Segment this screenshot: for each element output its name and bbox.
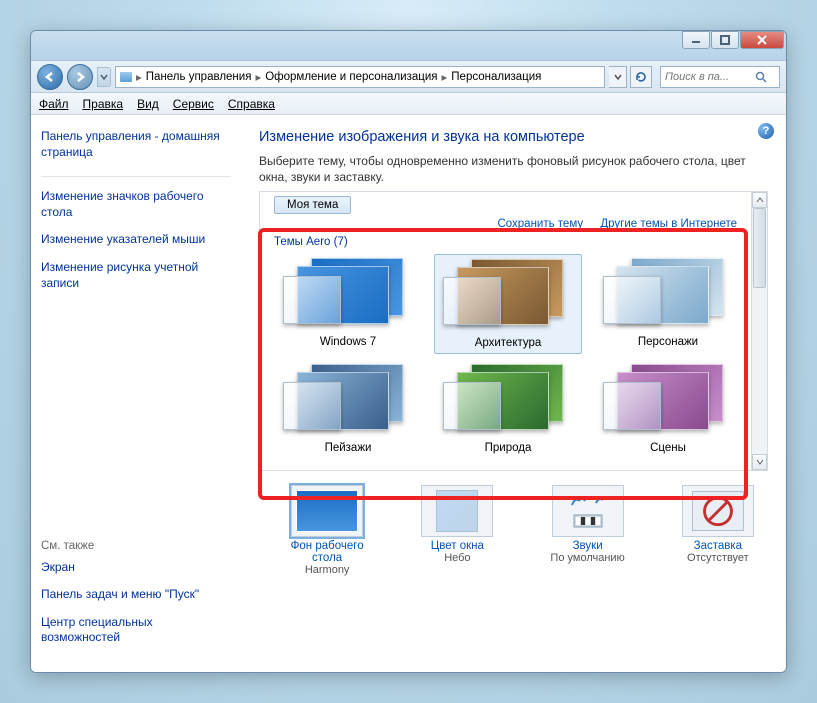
theme-thumb — [603, 258, 733, 332]
theme-item-1[interactable]: Архитектура — [434, 254, 582, 354]
online-themes-link[interactable]: Другие темы в Интернете — [600, 218, 737, 230]
scroll-down-button[interactable] — [752, 454, 767, 470]
maximize-button[interactable] — [711, 31, 739, 49]
theme-label: Пейзажи — [274, 440, 422, 458]
help-icon[interactable]: ? — [758, 123, 774, 139]
back-button[interactable] — [37, 64, 63, 90]
control-panel-icon — [120, 72, 132, 82]
theme-item-2[interactable]: Персонажи — [594, 254, 742, 354]
window-color-icon — [421, 485, 493, 537]
my-theme-tab[interactable]: Моя тема — [274, 196, 351, 214]
breadcrumb-2[interactable]: Персонализация — [451, 71, 541, 83]
bottom-option-screensaver[interactable]: Заставка Отсутствует — [668, 485, 768, 576]
navbar: ▸ Панель управления ▸ Оформление и персо… — [31, 61, 786, 93]
seealso-header: См. также — [41, 540, 231, 552]
theme-item-3[interactable]: Пейзажи — [274, 360, 422, 458]
sidebar-link-mouse-pointers[interactable]: Изменение указателей мыши — [41, 232, 231, 248]
bottom-option-title: Заставка — [668, 540, 768, 552]
seealso-display[interactable]: Экран — [41, 560, 231, 576]
sidebar-home[interactable]: Панель управления - домашняя страница — [41, 129, 231, 160]
menu-help[interactable]: Справка — [228, 97, 275, 111]
theme-thumb — [283, 364, 413, 438]
refresh-button[interactable] — [630, 66, 652, 88]
sidebar-link-account-picture[interactable]: Изменение рисунка учетной записи — [41, 260, 231, 291]
theme-list-pane: Моя тема Сохранить тему Другие темы в Ин… — [259, 191, 768, 471]
breadcrumb-0[interactable]: Панель управления — [146, 71, 252, 83]
menu-file[interactable]: Файл — [39, 97, 69, 111]
bottom-option-window-color[interactable]: Цвет окна Небо — [407, 485, 507, 576]
nav-history-dropdown[interactable] — [97, 67, 111, 87]
bottom-option-desktop-bg[interactable]: Фон рабочего стола Harmony — [277, 485, 377, 576]
bottom-option-title: Фон рабочего стола — [277, 540, 377, 564]
theme-label: Персонажи — [594, 334, 742, 352]
theme-label: Сцены — [594, 440, 742, 458]
aero-section-header: Темы Aero (7) — [260, 232, 751, 254]
address-bar[interactable]: ▸ Панель управления ▸ Оформление и персо… — [115, 66, 605, 88]
scroll-thumb[interactable] — [753, 208, 766, 288]
theme-label: Windows 7 — [274, 334, 422, 352]
bottom-option-sounds[interactable]: Звуки По умолчанию — [538, 485, 638, 576]
page-subtitle: Выберите тему, чтобы одновременно измени… — [259, 153, 768, 185]
theme-label: Природа — [434, 440, 582, 458]
sounds-icon — [552, 485, 624, 537]
personalization-window: ▸ Панель управления ▸ Оформление и персо… — [30, 30, 787, 673]
sidebar: Панель управления - домашняя страница Из… — [31, 115, 241, 672]
seealso-taskbar[interactable]: Панель задач и меню "Пуск" — [41, 587, 231, 603]
bottom-option-title: Звуки — [538, 540, 638, 552]
close-button[interactable] — [740, 31, 784, 49]
forward-button[interactable] — [67, 64, 93, 90]
menubar: Файл Правка Вид Сервис Справка — [31, 93, 786, 115]
seealso-accessibility[interactable]: Центр специальных возможностей — [41, 615, 231, 646]
search-icon — [755, 71, 767, 83]
theme-item-5[interactable]: Сцены — [594, 360, 742, 458]
minimize-button[interactable] — [682, 31, 710, 49]
desktop-bg-icon — [291, 485, 363, 537]
breadcrumb-sep: ▸ — [136, 70, 142, 84]
main-content: ? Изменение изображения и звука на компь… — [241, 115, 786, 672]
address-dropdown[interactable] — [609, 66, 627, 88]
breadcrumb-sep: ▸ — [255, 70, 261, 84]
breadcrumb-sep: ▸ — [442, 70, 448, 84]
theme-item-0[interactable]: Windows 7 — [274, 254, 422, 354]
scrollbar[interactable] — [751, 192, 767, 470]
menu-service[interactable]: Сервис — [173, 97, 214, 111]
theme-thumb — [443, 364, 573, 438]
theme-thumb — [603, 364, 733, 438]
theme-thumb — [443, 259, 573, 333]
bottom-option-value: Отсутствует — [668, 552, 768, 564]
bottom-option-value: Harmony — [277, 564, 377, 576]
search-input[interactable] — [665, 71, 755, 83]
theme-label: Архитектура — [435, 335, 581, 353]
scroll-up-button[interactable] — [752, 192, 767, 208]
theme-item-4[interactable]: Природа — [434, 360, 582, 458]
menu-view[interactable]: Вид — [137, 97, 159, 111]
page-title: Изменение изображения и звука на компьют… — [259, 129, 768, 145]
sidebar-link-desktop-icons[interactable]: Изменение значков рабочего стола — [41, 189, 231, 220]
titlebar — [31, 31, 786, 61]
search-box[interactable] — [660, 66, 780, 88]
theme-thumb — [283, 258, 413, 332]
save-theme-link[interactable]: Сохранить тему — [497, 218, 583, 230]
bottom-option-value: По умолчанию — [538, 552, 638, 564]
bottom-option-title: Цвет окна — [407, 540, 507, 552]
screensaver-icon — [682, 485, 754, 537]
breadcrumb-1[interactable]: Оформление и персонализация — [265, 71, 437, 83]
menu-edit[interactable]: Правка — [83, 97, 124, 111]
bottom-option-value: Небо — [407, 552, 507, 564]
